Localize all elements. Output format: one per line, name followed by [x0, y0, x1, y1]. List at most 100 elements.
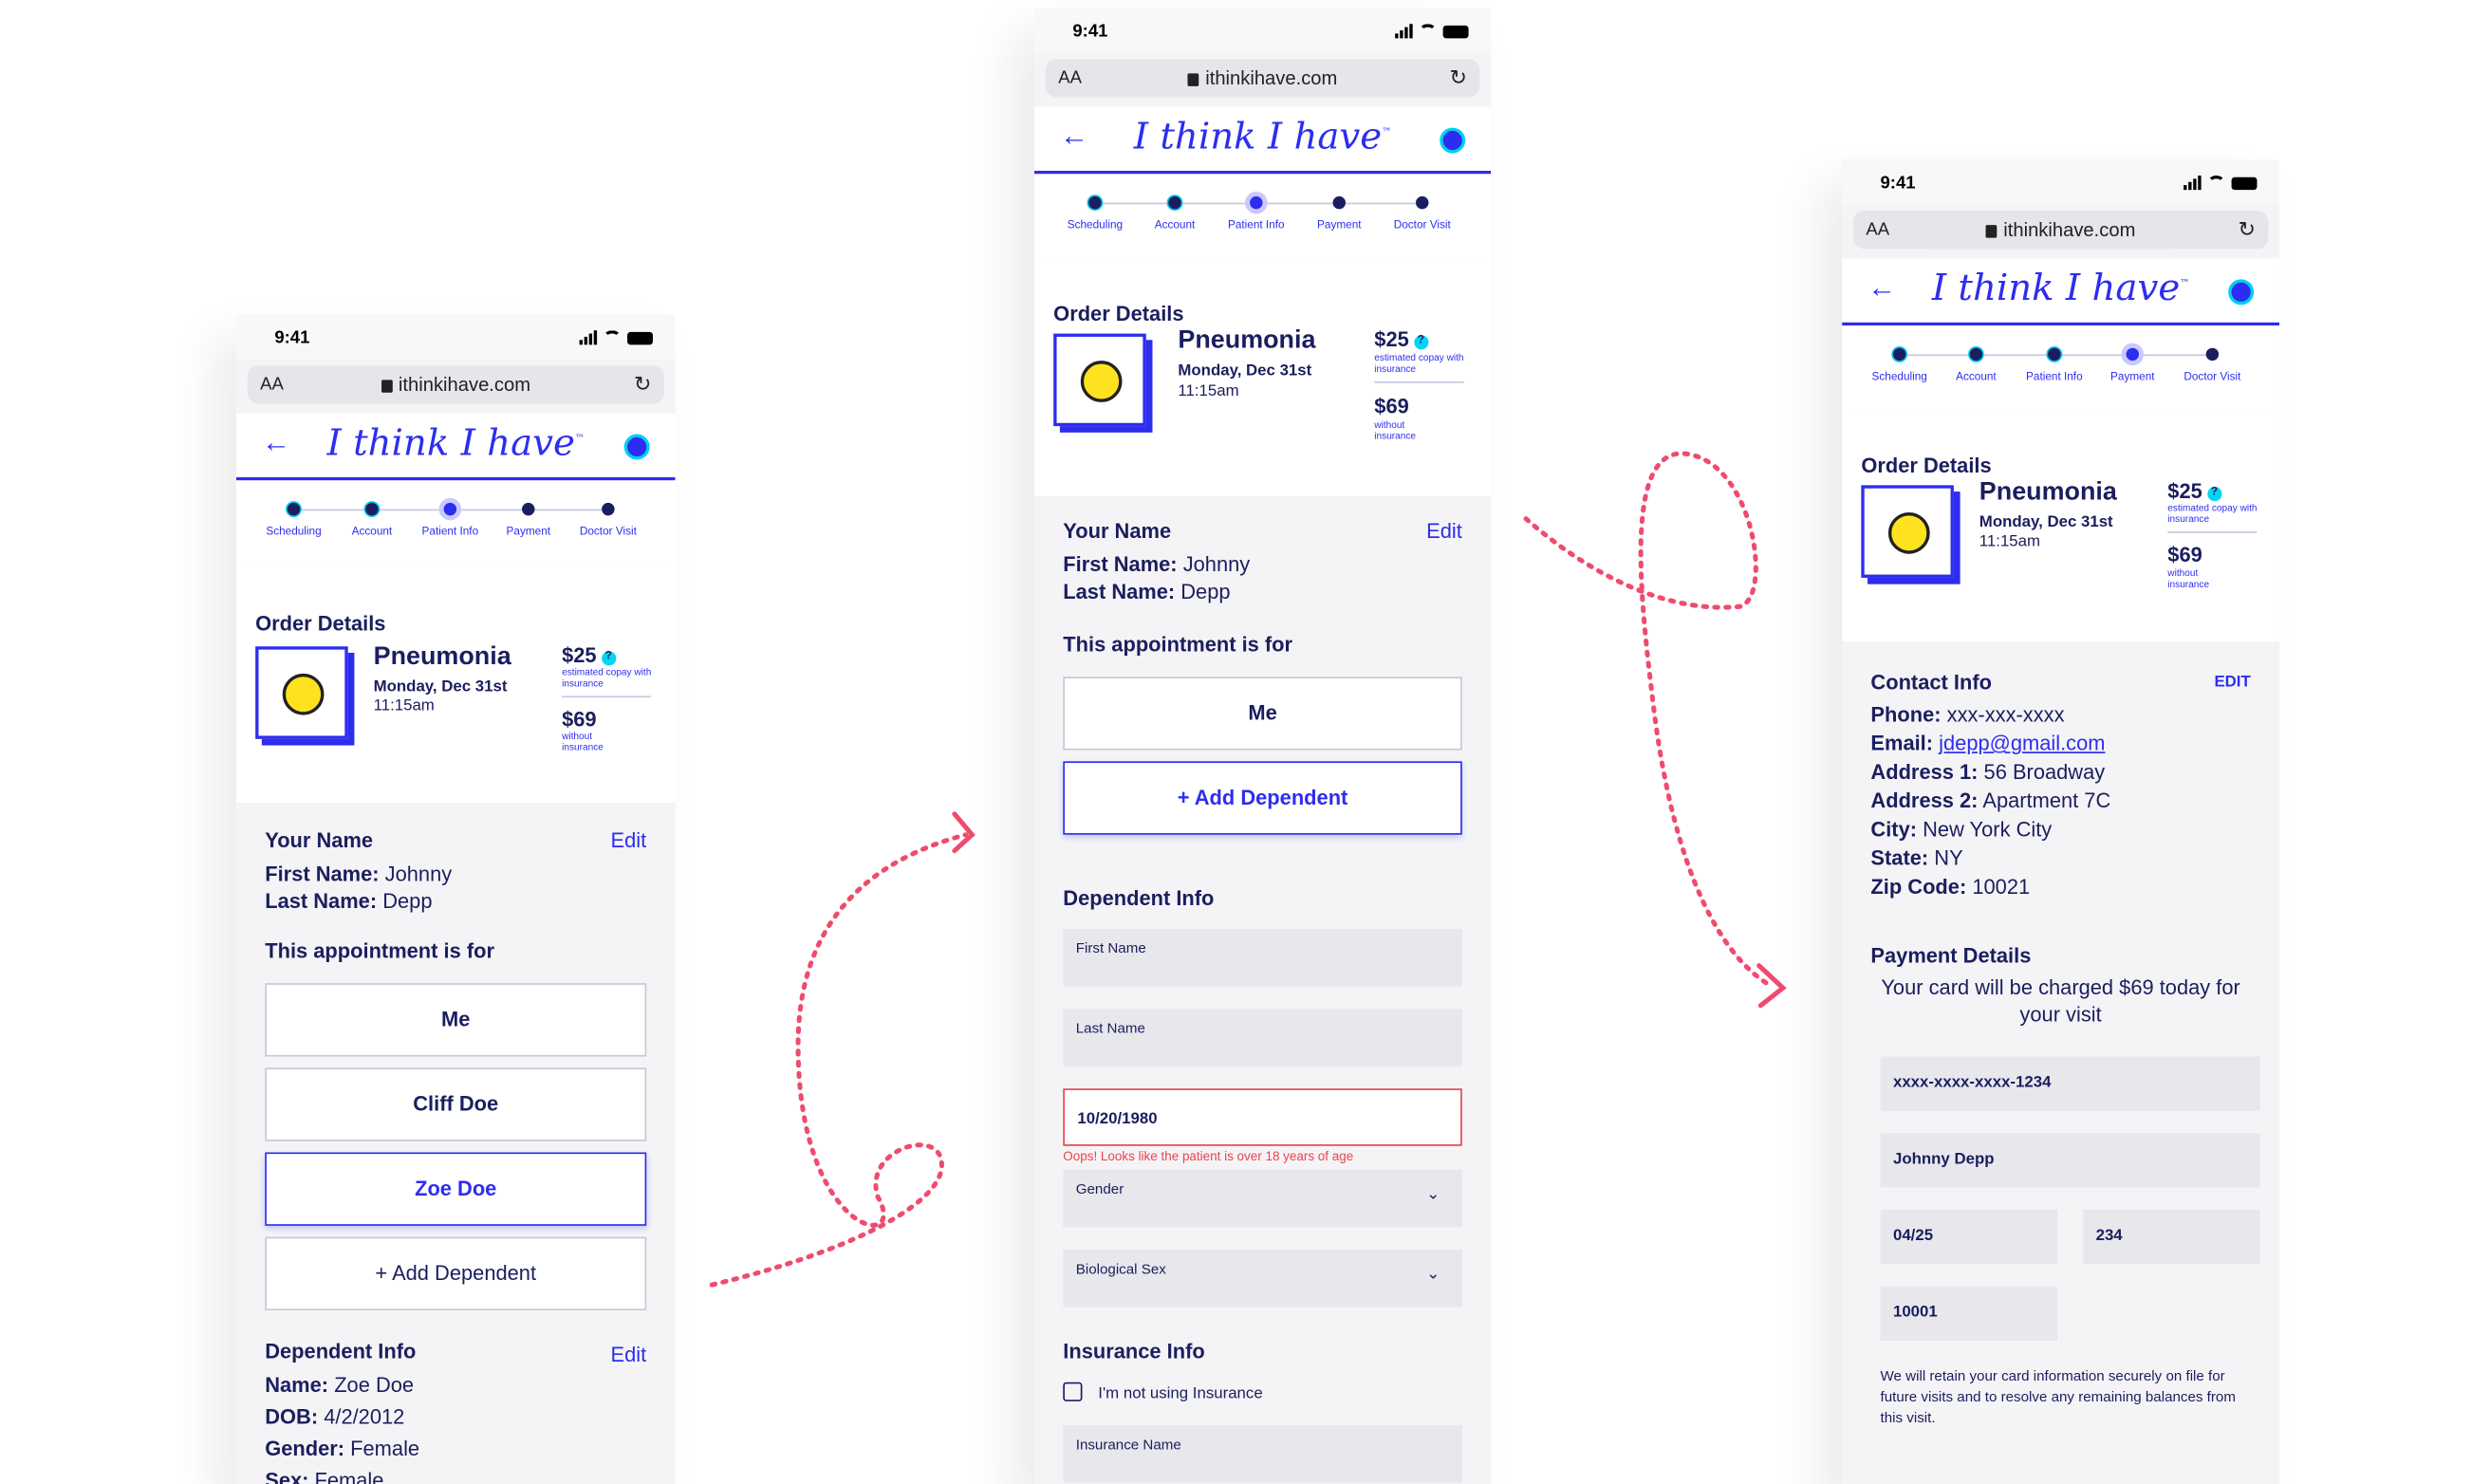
first-name-value: Johnny: [1182, 552, 1251, 577]
dep-value: 4/2/2012: [324, 1404, 405, 1429]
edit-name-link[interactable]: Edit: [1426, 519, 1462, 543]
step-patient-info[interactable]: Patient Info: [1208, 195, 1304, 232]
field-label: Last Name: [1075, 1019, 1145, 1036]
state-row: State: NY: [1870, 844, 2250, 873]
dep-name-row: Name: Zoe Doe: [265, 1369, 646, 1401]
progress-steps: Scheduling Account Patient Info Payment …: [235, 480, 676, 564]
step-payment[interactable]: Payment: [1291, 195, 1387, 232]
lock-icon: [1985, 225, 1998, 238]
step-dot: [443, 502, 457, 516]
profile-icon[interactable]: [623, 434, 650, 460]
price-uninsured-note: without insurance: [1374, 421, 1417, 442]
profile-icon[interactable]: [1440, 127, 1466, 154]
progress-steps: Scheduling Account Patient Info Payment …: [1842, 325, 2280, 409]
dependent-info-title: Dependent Info: [265, 1339, 417, 1363]
checkbox[interactable]: [1063, 1382, 1083, 1401]
option-zoe-doe[interactable]: Zoe Doe: [265, 1152, 647, 1226]
reload-icon[interactable]: ↻: [2238, 217, 2255, 243]
dep-gender-row: Gender: Female: [265, 1434, 646, 1466]
check-icon: [2048, 347, 2061, 362]
dep-label: Name:: [265, 1372, 329, 1397]
price-insured-value: $25: [1374, 326, 1409, 352]
arrow-path: [709, 832, 969, 1288]
billing-zip-field[interactable]: 10001: [1880, 1286, 2058, 1341]
address-bar[interactable]: AA ithinkihave.com ↻: [247, 365, 664, 404]
last-name-row: Last Name: Depp: [265, 887, 646, 915]
edit-name-link[interactable]: Edit: [611, 828, 647, 852]
option-me[interactable]: Me: [265, 983, 647, 1057]
help-icon[interactable]: ?: [601, 651, 616, 666]
your-name-section: Your Name Edit First Name: Johnny Last N…: [236, 803, 676, 1484]
option-cliff-doe[interactable]: Cliff Doe: [265, 1067, 647, 1141]
step-doctor-visit[interactable]: Doctor Visit: [2165, 347, 2260, 383]
dob-value: 10/20/1980: [1077, 1110, 1158, 1129]
progress-steps: Scheduling Account Patient Info Payment …: [1034, 174, 1492, 257]
expiry-field[interactable]: 04/25: [1880, 1210, 2058, 1265]
biological-sex-select[interactable]: Biological Sex ⌄: [1063, 1250, 1462, 1308]
order-title: Order Details: [255, 611, 386, 636]
dependent-info-title: Dependent Info: [1063, 885, 1215, 910]
edit-dependent-link[interactable]: Edit: [611, 1343, 647, 1366]
step-dot: [1416, 195, 1429, 210]
gender-select[interactable]: Gender ⌄: [1063, 1169, 1462, 1228]
profile-icon[interactable]: [2228, 279, 2255, 306]
reload-icon[interactable]: ↻: [1450, 65, 1467, 91]
url-text: ithinkihave.com: [248, 374, 664, 396]
wifi-icon: [2207, 176, 2225, 190]
edit-contact-link[interactable]: EDIT: [2214, 674, 2250, 692]
contact-label: City:: [1870, 817, 1918, 842]
arrowhead: [1756, 963, 1787, 1009]
appointment-date: Monday, Dec 31st: [373, 677, 508, 696]
clock: 9:41: [1880, 174, 1916, 194]
reload-icon[interactable]: ↻: [634, 372, 651, 398]
contact-label: Email:: [1870, 731, 1934, 755]
first-name-label: First Name:: [1063, 552, 1178, 577]
card-number-field[interactable]: xxxx-xxxx-xxxx-1234: [1880, 1056, 2260, 1111]
last-name-value: Depp: [1180, 579, 1231, 603]
app-header: ← I think I have™: [1842, 258, 2280, 326]
order-details: Order Details Pneumonia Monday, Dec 31st…: [235, 563, 676, 804]
signal-icon: [2183, 176, 2202, 191]
help-icon[interactable]: ?: [2206, 487, 2221, 502]
condition-image: [1053, 333, 1146, 427]
dob-error-message: Oops! Looks like the patient is over 18 …: [1063, 1149, 1354, 1164]
wifi-icon: [603, 330, 622, 344]
phone-screen-payment: 9:41 AA ithinkihave.com ↻ ← I think I ha…: [1842, 159, 2280, 1484]
trademark: ™: [2180, 278, 2190, 290]
add-dependent-button[interactable]: + Add Dependent: [1063, 761, 1462, 835]
cardholder-name-field[interactable]: Johnny Depp: [1880, 1133, 2260, 1188]
insurance-name-field[interactable]: Insurance Name: [1063, 1425, 1462, 1483]
contact-value: 10021: [1972, 874, 2031, 900]
first-name-row: First Name: Johnny: [265, 861, 646, 888]
step-doctor-visit[interactable]: Doctor Visit: [560, 502, 656, 538]
price-uninsured: $69: [1374, 394, 1409, 418]
clock: 9:41: [1072, 22, 1108, 42]
address-bar[interactable]: AA ithinkihave.com ↻: [1852, 211, 2269, 250]
order-details: Order Details Pneumonia Monday, Dec 31st…: [1842, 408, 2280, 642]
contact-value: NY: [1934, 845, 1963, 870]
last-name-label: Last Name:: [265, 888, 378, 914]
help-icon[interactable]: ?: [1413, 335, 1428, 350]
your-name-section: Your Name Edit First Name: Johnny Last N…: [1034, 496, 1491, 1483]
last-name-field[interactable]: Last Name: [1063, 1009, 1462, 1067]
first-name-field[interactable]: First Name: [1063, 928, 1462, 987]
no-insurance-row[interactable]: I'm not using Insurance: [1063, 1382, 1462, 1403]
step-label: Doctor Visit: [579, 527, 637, 538]
sick-face-icon: [1887, 511, 1930, 554]
contact-value: Apartment 7C: [1982, 788, 2111, 813]
order-title: Order Details: [1861, 453, 1992, 477]
appointment-time: 11:15am: [373, 697, 435, 715]
add-dependent-button[interactable]: + Add Dependent: [265, 1236, 647, 1311]
no-insurance-label: I'm not using Insurance: [1098, 1385, 1263, 1403]
dep-label: DOB:: [265, 1404, 319, 1429]
condition-image: [255, 646, 348, 739]
step-doctor-visit[interactable]: Doctor Visit: [1374, 195, 1470, 232]
email-link[interactable]: jdepp@gmail.com: [1939, 731, 2105, 754]
arrowhead: [952, 811, 976, 854]
city-row: City: New York City: [1870, 816, 2250, 844]
step-dot: [2126, 347, 2140, 362]
cvv-field[interactable]: 234: [2083, 1210, 2260, 1265]
dob-field[interactable]: 10/20/1980: [1063, 1088, 1462, 1146]
option-me[interactable]: Me: [1063, 677, 1462, 751]
address-bar[interactable]: AA ithinkihave.com ↻: [1045, 59, 1480, 98]
